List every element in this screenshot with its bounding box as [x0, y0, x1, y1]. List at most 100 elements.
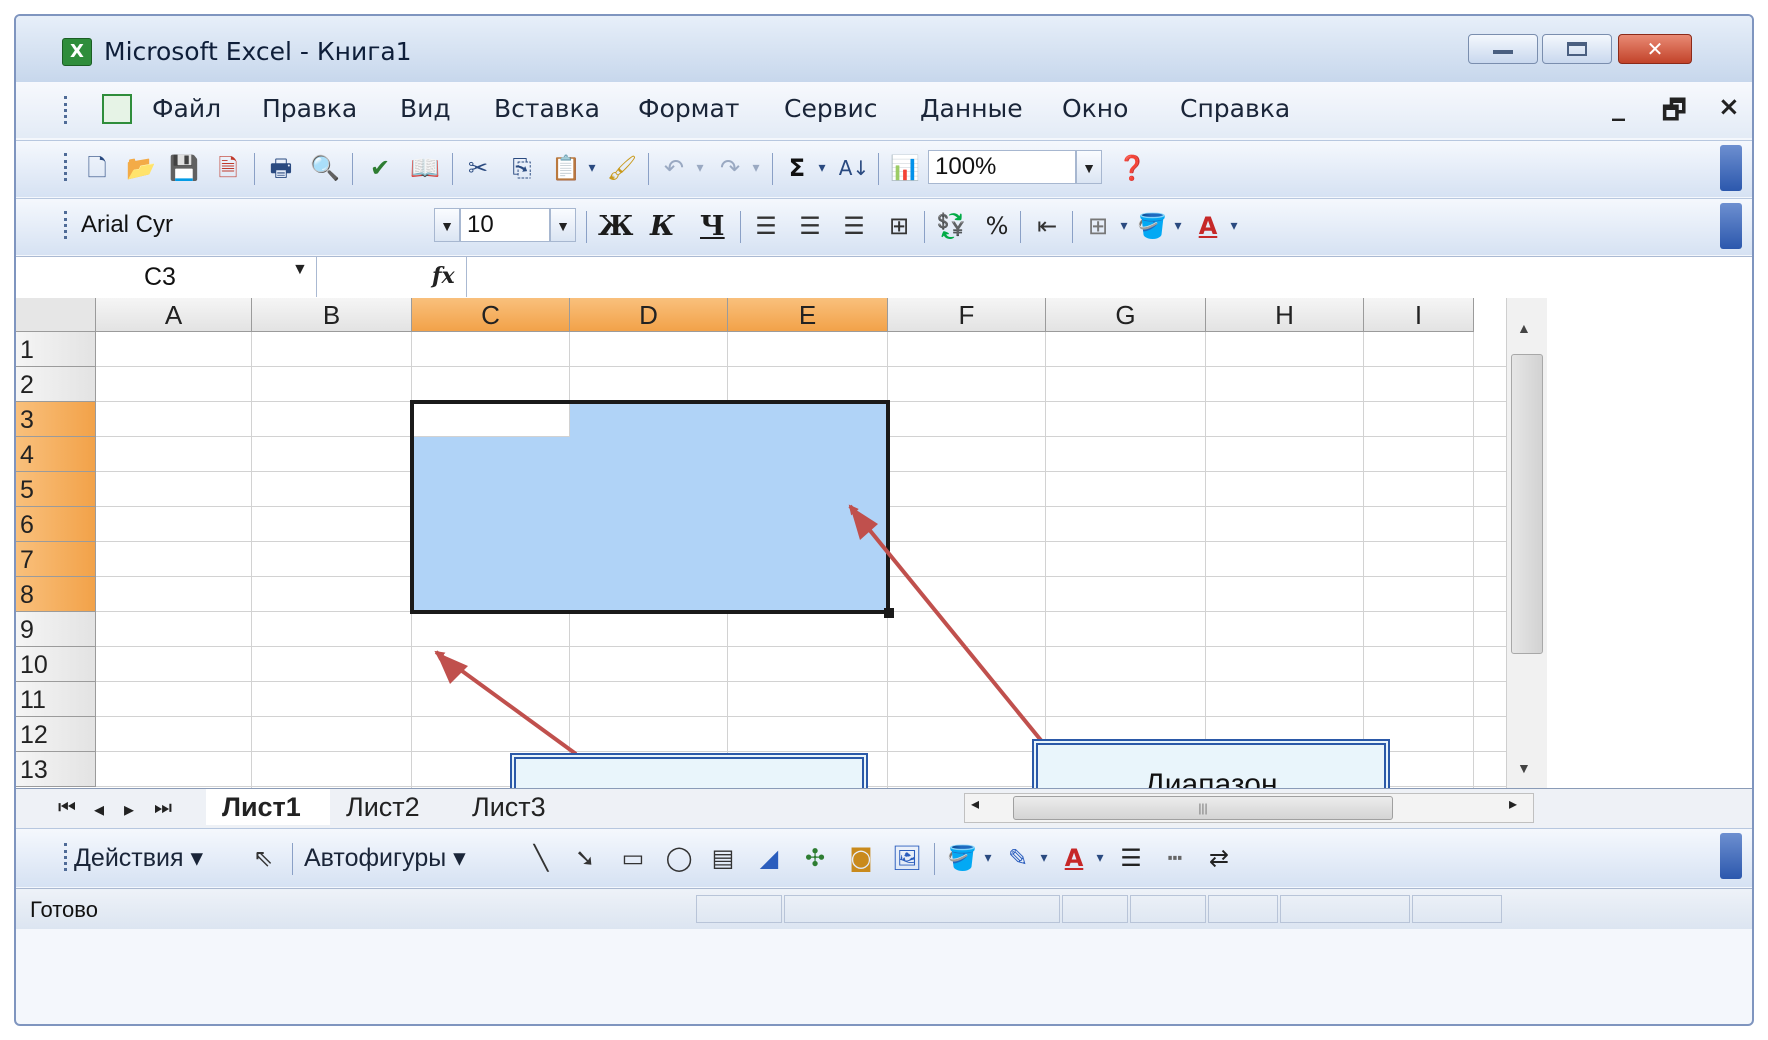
oval-icon[interactable]: ◯: [660, 843, 698, 873]
open-folder-icon[interactable]: 📂: [124, 153, 158, 183]
line-color-dropdown-icon[interactable]: ▾: [1036, 843, 1052, 873]
save-icon[interactable]: 💾: [168, 153, 200, 183]
research-icon[interactable]: 📖: [408, 153, 442, 183]
clip-art-icon[interactable]: ◙: [844, 843, 878, 873]
redo-dropdown-icon[interactable]: ▾: [748, 153, 764, 183]
italic-button[interactable]: К: [650, 211, 675, 242]
text-box-icon[interactable]: ▤: [706, 843, 740, 873]
sheet-tab-3[interactable]: Лист3: [472, 789, 584, 825]
select-all-corner[interactable]: [16, 298, 96, 332]
column-header-e[interactable]: E: [728, 298, 888, 332]
maximize-button[interactable]: [1542, 34, 1612, 64]
first-sheet-icon[interactable]: ⏮: [58, 797, 76, 820]
dash-style-icon[interactable]: ┅: [1158, 843, 1192, 873]
help-icon[interactable]: ❓: [1116, 153, 1148, 183]
horizontal-scrollbar[interactable]: ◂ ||| ▸: [964, 793, 1534, 823]
print-preview-icon[interactable]: 🔍: [308, 153, 342, 183]
column-header-b[interactable]: B: [252, 298, 412, 332]
row-header-7[interactable]: 7: [16, 542, 96, 577]
fill-handle[interactable]: [884, 608, 894, 618]
font-color-dropdown-icon[interactable]: ▾: [1226, 211, 1242, 241]
toolbar-grip[interactable]: [64, 843, 71, 871]
cut-icon[interactable]: ✂: [462, 153, 494, 183]
currency-style-icon[interactable]: 💱: [934, 211, 968, 241]
fill-color-dropdown-icon[interactable]: ▾: [1170, 211, 1186, 241]
row-header-10[interactable]: 10: [16, 647, 96, 682]
scroll-up-icon[interactable]: ▲: [1517, 320, 1531, 336]
fill-color-icon[interactable]: 🪣: [946, 843, 978, 873]
menu-tools[interactable]: Сервис: [784, 94, 877, 123]
font-color-icon[interactable]: A: [1058, 843, 1090, 873]
row-header-11[interactable]: 11: [16, 682, 96, 717]
minimize-button[interactable]: [1468, 34, 1538, 64]
paste-icon[interactable]: 📋: [550, 153, 582, 183]
align-left-icon[interactable]: ☰: [750, 211, 782, 241]
select-objects-icon[interactable]: ⇖: [248, 843, 278, 873]
wordart-icon[interactable]: ◢: [752, 843, 786, 873]
merge-center-icon[interactable]: ⊞: [882, 211, 916, 241]
fill-color-dropdown-icon[interactable]: ▾: [980, 843, 996, 873]
line-style-icon[interactable]: ☰: [1114, 843, 1148, 873]
vertical-scrollbar[interactable]: ▲ ▼: [1506, 298, 1547, 788]
sheet-tab-2[interactable]: Лист2: [346, 789, 458, 825]
doc-minimize-button[interactable]: _: [1612, 92, 1625, 122]
column-header-d[interactable]: D: [570, 298, 728, 332]
spelling-icon[interactable]: ✔: [362, 153, 398, 183]
fill-color-icon[interactable]: 🪣: [1136, 211, 1168, 241]
name-box[interactable]: C3 ▼: [16, 257, 317, 297]
actions-menu[interactable]: Действия ▾: [74, 843, 203, 873]
row-header-8[interactable]: 8: [16, 577, 96, 612]
menu-window[interactable]: Окно: [1062, 94, 1128, 123]
chart-wizard-icon[interactable]: 📊: [888, 153, 922, 183]
menu-edit[interactable]: Правка: [262, 94, 357, 123]
column-header-g[interactable]: G: [1046, 298, 1206, 332]
sort-ascending-icon[interactable]: A↓: [838, 153, 870, 183]
percent-style-button[interactable]: %: [982, 211, 1012, 241]
scroll-left-icon[interactable]: ◂: [971, 794, 979, 814]
new-document-icon[interactable]: 🗋: [82, 153, 112, 183]
font-size-combo[interactable]: 10: [460, 208, 550, 242]
font-color-dropdown-icon[interactable]: ▾: [1092, 843, 1108, 873]
underline-button[interactable]: Ч: [700, 211, 725, 242]
scroll-down-icon[interactable]: ▼: [1517, 760, 1531, 776]
row-header-12[interactable]: 12: [16, 717, 96, 752]
menu-help[interactable]: Справка: [1180, 94, 1290, 123]
format-painter-icon[interactable]: 🖌: [606, 153, 638, 183]
arrow-style-icon[interactable]: ⇄: [1202, 843, 1236, 873]
font-name-combo[interactable]: Arial Cyr: [74, 208, 436, 242]
autoshapes-menu[interactable]: Автофигуры ▾: [304, 843, 466, 873]
print-icon[interactable]: 🖶: [264, 153, 298, 183]
workbook-icon[interactable]: [102, 94, 132, 124]
font-size-dropdown-icon[interactable]: ▼: [550, 208, 576, 242]
undo-dropdown-icon[interactable]: ▾: [692, 153, 708, 183]
paste-dropdown-icon[interactable]: ▾: [584, 153, 600, 183]
align-right-icon[interactable]: ☰: [838, 211, 870, 241]
bold-button[interactable]: Ж: [598, 211, 633, 242]
borders-icon[interactable]: ⊞: [1082, 211, 1114, 241]
sheet-tab-1[interactable]: Лист1: [206, 789, 330, 825]
doc-close-button[interactable]: ×: [1718, 92, 1740, 122]
toolbar-options-icon[interactable]: [1720, 833, 1742, 879]
font-color-icon[interactable]: A: [1192, 211, 1224, 241]
menu-insert[interactable]: Вставка: [494, 94, 600, 123]
toolbar-grip[interactable]: [64, 153, 71, 181]
scroll-right-icon[interactable]: ▸: [1509, 794, 1517, 814]
copy-icon[interactable]: ⎘: [506, 153, 538, 183]
menu-format[interactable]: Формат: [638, 94, 739, 123]
rectangle-icon[interactable]: ▭: [614, 843, 652, 873]
arrow-icon[interactable]: ➘: [568, 843, 602, 873]
align-center-icon[interactable]: ☰: [794, 211, 826, 241]
decrease-indent-icon[interactable]: ⇤: [1030, 211, 1064, 241]
menu-grip[interactable]: [64, 96, 71, 124]
cells-area[interactable]: [96, 332, 1506, 788]
row-header-2[interactable]: 2: [16, 367, 96, 402]
menu-file[interactable]: Файл: [152, 94, 221, 123]
permission-icon[interactable]: 🗎: [212, 153, 244, 183]
toolbar-options-icon[interactable]: [1720, 203, 1742, 249]
borders-dropdown-icon[interactable]: ▾: [1116, 211, 1132, 241]
prev-sheet-icon[interactable]: ◂: [94, 797, 104, 822]
line-color-icon[interactable]: ✎: [1002, 843, 1034, 873]
undo-icon[interactable]: ↶: [658, 153, 690, 183]
column-header-i[interactable]: I: [1364, 298, 1474, 332]
last-sheet-icon[interactable]: ⏭: [154, 797, 172, 820]
